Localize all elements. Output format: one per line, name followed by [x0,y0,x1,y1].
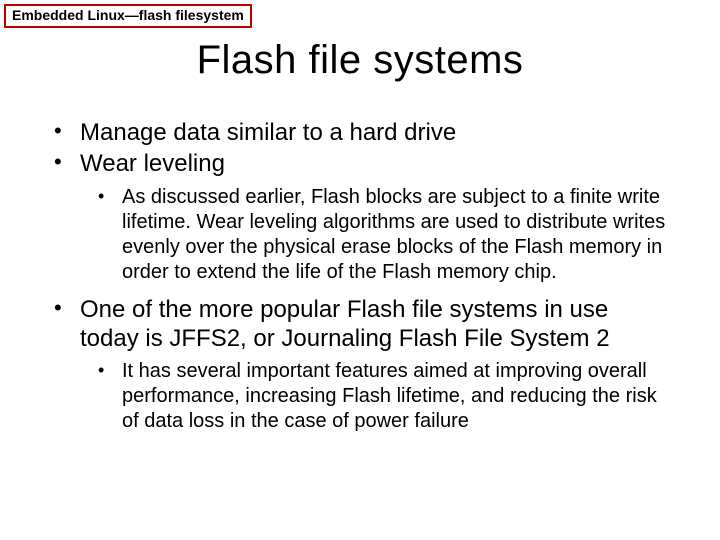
header-badge-text: Embedded Linux—flash filesystem [12,7,244,23]
sub-bullet-list: As discussed earlier, Flash blocks are s… [80,185,670,285]
slide-body: Manage data similar to a hard drive Wear… [50,118,670,444]
bullet-text: One of the more popular Flash file syste… [80,296,610,352]
sub-bullet-item: As discussed earlier, Flash blocks are s… [80,185,670,285]
sub-bullet-item: It has several important features aimed … [80,359,670,434]
sub-bullet-list: It has several important features aimed … [80,359,670,434]
bullet-item: Wear leveling As discussed earlier, Flas… [50,149,670,284]
header-badge: Embedded Linux—flash filesystem [4,4,252,28]
bullet-item: One of the more popular Flash file syste… [50,295,670,435]
slide-title: Flash file systems [0,38,720,83]
sub-bullet-text: As discussed earlier, Flash blocks are s… [122,186,665,283]
bullet-text: Wear leveling [80,150,225,177]
slide: Embedded Linux—flash filesystem Flash fi… [0,0,720,540]
bullet-list: Manage data similar to a hard drive Wear… [50,118,670,434]
bullet-text: Manage data similar to a hard drive [80,119,456,146]
sub-bullet-text: It has several important features aimed … [122,360,657,432]
bullet-item: Manage data similar to a hard drive [50,118,670,147]
